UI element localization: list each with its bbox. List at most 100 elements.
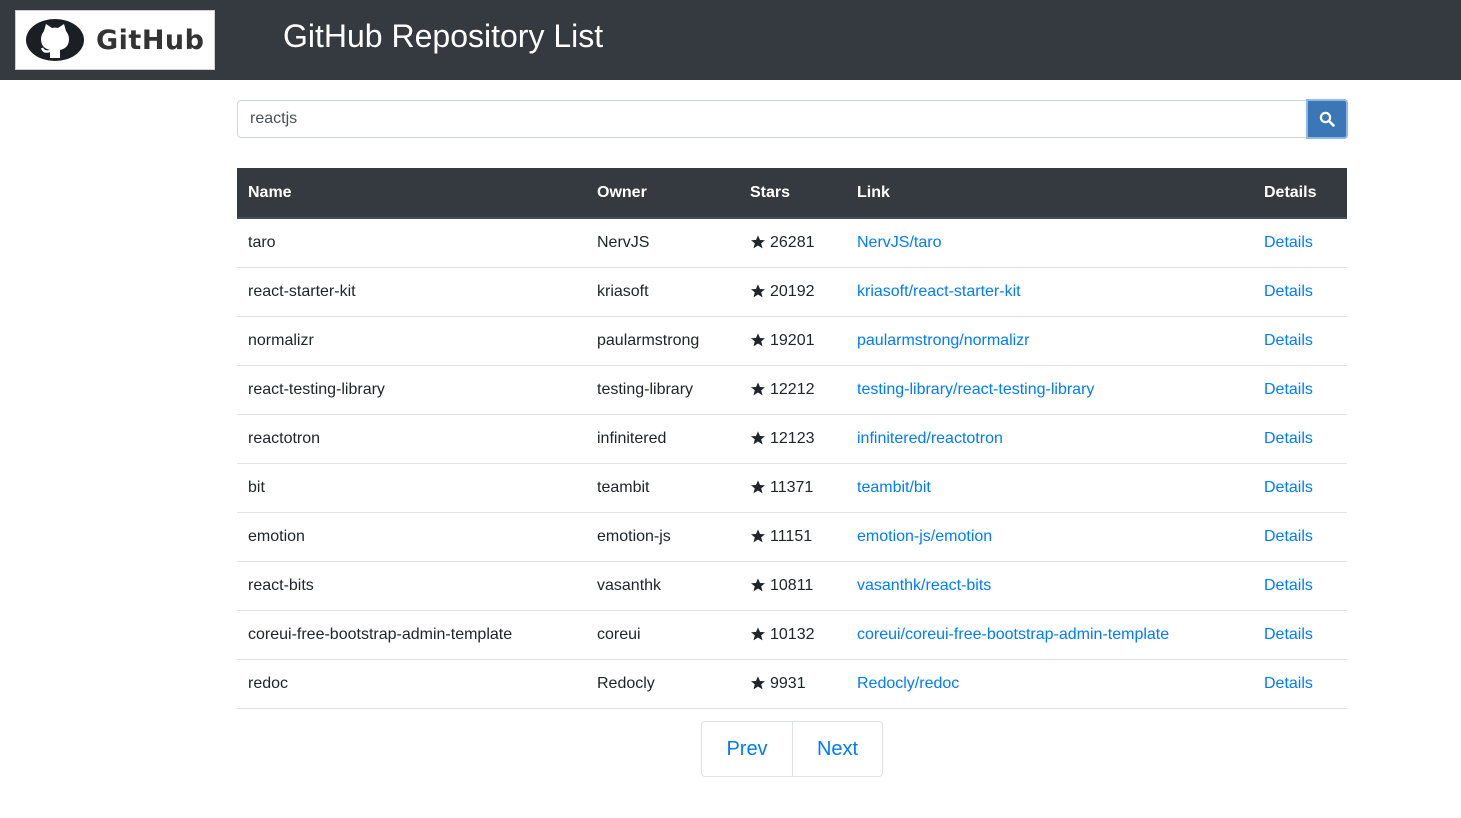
repo-stars: 11151 [739, 512, 846, 562]
star-icon [751, 626, 765, 640]
repo-name: react-testing-library [237, 365, 586, 415]
details-cell: Details [1253, 267, 1347, 317]
repo-owner: emotion-js [586, 512, 739, 562]
details-link[interactable]: Details [1264, 577, 1313, 594]
details-link[interactable]: Details [1264, 479, 1313, 496]
repo-link[interactable]: vasanthk/react-bits [857, 577, 991, 594]
repo-stars: 12123 [739, 414, 846, 464]
table-row: react-starter-kit kriasoft 20192 kriasoft/r… [237, 267, 1347, 317]
repo-name: react-starter-kit [237, 267, 586, 317]
star-count: 11371 [770, 478, 814, 496]
repo-link[interactable]: infinitered/reactotron [857, 430, 1003, 447]
search-button[interactable] [1306, 99, 1348, 139]
table-row: emotion emotion-js 11151 emotion-js/emotion… [237, 512, 1347, 562]
prev-button[interactable]: Prev [702, 722, 792, 776]
details-link[interactable]: Details [1264, 528, 1313, 545]
repo-name: reactotron [237, 414, 586, 464]
details-cell: Details [1253, 610, 1347, 660]
details-cell: Details [1253, 659, 1347, 709]
details-link[interactable]: Details [1264, 332, 1313, 349]
repo-link[interactable]: kriasoft/react-starter-kit [857, 283, 1021, 300]
repo-link[interactable]: NervJS/taro [857, 234, 941, 251]
repo-link-cell: paularmstrong/normalizr [846, 316, 1253, 366]
repo-owner: infinitered [586, 414, 739, 464]
repo-link-cell: testing-library/react-testing-library [846, 365, 1253, 415]
repo-stars: 19201 [739, 316, 846, 366]
repo-owner: paularmstrong [586, 316, 739, 366]
repo-name: normalizr [237, 316, 586, 366]
star-count: 12212 [770, 380, 815, 398]
table-body: taro NervJS 26281 NervJS/taro Details react-s… [237, 218, 1347, 709]
repo-owner: Redocly [586, 659, 739, 709]
search-icon [1319, 111, 1335, 127]
details-cell: Details [1253, 414, 1347, 464]
details-link[interactable]: Details [1264, 283, 1313, 300]
top-navbar: GitHub GitHub Repository List [0, 0, 1461, 80]
table-row: bit teambit 11371 teambit/bit Details [237, 463, 1347, 513]
table-row: normalizr paularmstrong 19201 paularmstrong… [237, 316, 1347, 366]
repository-table: Name Owner Stars Link Details taro NervJS… [237, 168, 1347, 709]
star-icon [751, 235, 765, 249]
repo-stars: 12212 [739, 365, 846, 415]
repo-name: emotion [237, 512, 586, 562]
pagination: Prev Next [701, 721, 883, 777]
star-icon [751, 528, 765, 542]
logo-text: GitHub [96, 24, 205, 56]
repo-link[interactable]: teambit/bit [857, 479, 931, 496]
details-link[interactable]: Details [1264, 234, 1313, 251]
star-icon [751, 381, 765, 395]
repo-owner: testing-library [586, 365, 739, 415]
repo-owner: coreui [586, 610, 739, 660]
repo-name: bit [237, 463, 586, 513]
github-logo[interactable]: GitHub [15, 10, 215, 70]
details-cell: Details [1253, 365, 1347, 415]
repo-stars: 11371 [739, 463, 846, 513]
star-icon [751, 577, 765, 591]
details-link[interactable]: Details [1264, 430, 1313, 447]
details-cell: Details [1253, 561, 1347, 611]
details-link[interactable]: Details [1264, 675, 1313, 692]
repo-stars: 10132 [739, 610, 846, 660]
column-header-link: Link [846, 168, 1253, 219]
octocat-icon [26, 19, 84, 61]
details-cell: Details [1253, 218, 1347, 268]
details-cell: Details [1253, 512, 1347, 562]
star-icon [751, 332, 765, 346]
column-header-owner: Owner [586, 168, 739, 219]
star-count: 12123 [770, 429, 815, 447]
star-count: 20192 [770, 282, 815, 300]
star-icon [751, 430, 765, 444]
star-icon [751, 479, 765, 493]
details-link[interactable]: Details [1264, 626, 1313, 643]
repo-name: react-bits [237, 561, 586, 611]
details-cell: Details [1253, 316, 1347, 366]
repo-owner: vasanthk [586, 561, 739, 611]
repo-stars: 9931 [739, 659, 846, 709]
repo-link-cell: kriasoft/react-starter-kit [846, 267, 1253, 317]
repo-link[interactable]: coreui/coreui-free-bootstrap-admin-templ… [857, 626, 1169, 643]
star-icon [751, 283, 765, 297]
next-button[interactable]: Next [792, 722, 882, 776]
table-row: react-testing-library testing-library 1221… [237, 365, 1347, 415]
repo-link-cell: Redocly/redoc [846, 659, 1253, 709]
repo-link-cell: coreui/coreui-free-bootstrap-admin-templ… [846, 610, 1253, 660]
repo-link[interactable]: Redocly/redoc [857, 675, 959, 692]
repo-link[interactable]: emotion-js/emotion [857, 528, 992, 545]
table-row: coreui-free-bootstrap-admin-template core… [237, 610, 1347, 660]
details-link[interactable]: Details [1264, 381, 1313, 398]
repo-name: redoc [237, 659, 586, 709]
repo-link-cell: NervJS/taro [846, 218, 1253, 268]
table-header-row: Name Owner Stars Link Details [237, 168, 1347, 219]
repo-link[interactable]: paularmstrong/normalizr [857, 332, 1030, 349]
page-title: GitHub Repository List [283, 18, 604, 54]
table-row: reactotron infinitered 12123 infinitered/re… [237, 414, 1347, 464]
table-row: redoc Redocly 9931 Redocly/redoc Details [237, 659, 1347, 709]
star-count: 9931 [770, 674, 806, 692]
repo-stars: 20192 [739, 267, 846, 317]
repo-owner: kriasoft [586, 267, 739, 317]
search-input[interactable] [237, 100, 1307, 138]
table-row: react-bits vasanthk 10811 vasanthk/react-bi… [237, 561, 1347, 611]
column-header-name: Name [237, 168, 586, 219]
repo-link[interactable]: testing-library/react-testing-library [857, 381, 1094, 398]
table-row: taro NervJS 26281 NervJS/taro Details [237, 218, 1347, 268]
